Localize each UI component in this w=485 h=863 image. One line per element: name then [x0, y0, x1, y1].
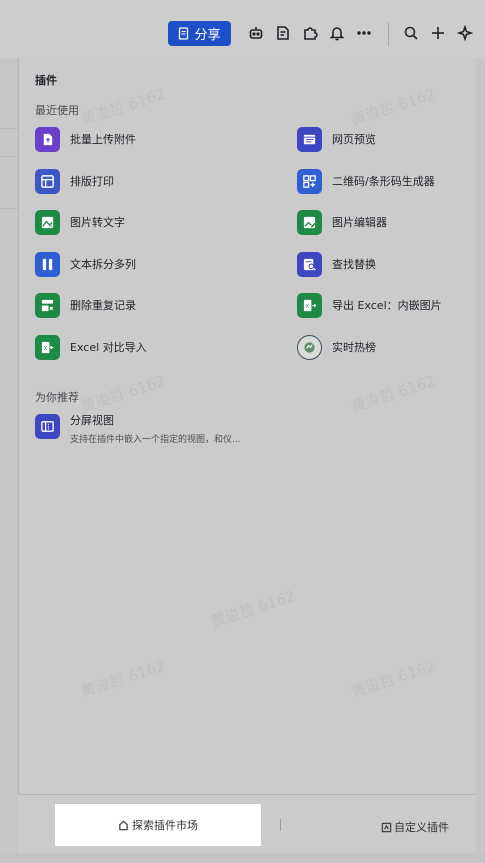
plugin-label: 文本拆分多列 — [70, 258, 136, 271]
plugin-delete-duplicates[interactable]: 删除重复记录 — [35, 291, 136, 319]
watermark: 黄浚哲 6162 — [348, 84, 438, 130]
plugin-label: 网页预览 — [332, 133, 376, 146]
watermark: 黄浚哲 6162 — [348, 371, 438, 417]
plugin-split-view[interactable]: 分屏视图 支持在插件中嵌入一个指定的视图，和仪... — [35, 410, 241, 445]
plugin-batch-upload[interactable]: 批量上传附件 — [35, 125, 136, 153]
plugin-qrcode-generator[interactable]: 二维码/条形码生成器 — [297, 167, 435, 195]
more-icon[interactable] — [354, 23, 374, 43]
toolbar-divider — [388, 22, 389, 46]
svg-text:X: X — [43, 345, 47, 351]
plugin-panel-footer: 探索插件市场 自定义插件 — [18, 794, 476, 853]
plugin-text-split-columns[interactable]: 文本拆分多列 — [35, 250, 136, 278]
bottom-edge-strip — [0, 853, 485, 863]
watermark: 黄浚哲 6162 — [208, 586, 298, 632]
store-icon — [119, 820, 128, 830]
share-label: 分享 — [194, 28, 221, 43]
recent-section-label: 最近使用 — [35, 104, 79, 117]
robot-icon[interactable] — [246, 23, 266, 43]
plus-icon[interactable] — [428, 23, 448, 43]
plugin-image-editor[interactable]: 图片编辑器 — [297, 208, 387, 236]
qrcode-icon — [297, 168, 322, 194]
plugin-export-excel-images[interactable]: X 导出 Excel：内嵌图片 — [297, 291, 442, 319]
excel-compare-icon: X — [35, 334, 60, 360]
explore-label: 探索插件市场 — [132, 819, 198, 832]
split-view-description: 支持在插件中嵌入一个指定的视图，和仪... — [70, 435, 241, 445]
plugin-label: 图片转文字 — [70, 216, 125, 229]
plugin-label: Excel 对比导入 — [70, 341, 147, 354]
recommend-section-label: 为你推荐 — [35, 391, 79, 404]
plugin-layout-print[interactable]: 排版打印 — [35, 167, 114, 195]
find-replace-icon — [297, 251, 322, 277]
image-text-icon: A — [35, 209, 60, 235]
plugin-label: 图片编辑器 — [332, 216, 387, 229]
hot-list-icon — [297, 334, 322, 360]
upload-icon — [35, 126, 60, 152]
svg-text:X: X — [305, 303, 309, 309]
puzzle-icon[interactable] — [300, 23, 320, 43]
plugin-label: 删除重复记录 — [70, 299, 136, 312]
layout-icon — [35, 168, 60, 194]
custom-plugin-icon — [381, 822, 392, 832]
search-icon[interactable] — [401, 23, 421, 43]
plugin-label: 导出 Excel：内嵌图片 — [332, 299, 442, 312]
plugin-image-to-text[interactable]: A 图片转文字 — [35, 208, 125, 236]
split-view-title: 分屏视图 — [70, 414, 114, 427]
plugin-label: 查找替换 — [332, 258, 376, 271]
doc-icon[interactable] — [273, 23, 293, 43]
panel-title: 插件 — [35, 74, 57, 87]
plugin-excel-compare-import[interactable]: X Excel 对比导入 — [35, 333, 147, 361]
share-button[interactable]: 分享 — [168, 21, 231, 46]
plugin-panel: 插件 最近使用 批量上传附件 网页预览 排版打印 二维码/条形码生成器 A 图片… — [18, 58, 476, 853]
split-view-icon — [35, 414, 60, 439]
plugin-label: 批量上传附件 — [70, 133, 136, 146]
plugin-realtime-hot-list[interactable]: 实时热榜 — [297, 333, 376, 361]
watermark: 黄浚哲 6162 — [78, 656, 168, 702]
plugin-webpage-preview[interactable]: 网页预览 — [297, 125, 376, 153]
custom-label: 自定义插件 — [394, 821, 449, 834]
left-edge-strip — [0, 58, 18, 863]
custom-plugin-button[interactable]: 自定义插件 — [381, 819, 449, 835]
top-toolbar: 分享 — [0, 0, 485, 58]
plugin-find-replace[interactable]: 查找替换 — [297, 250, 376, 278]
footer-divider — [280, 819, 281, 831]
watermark: 黄浚哲 6162 — [78, 84, 168, 130]
share-doc-icon — [179, 27, 189, 40]
plugin-label: 排版打印 — [70, 175, 114, 188]
plugin-label: 实时热榜 — [332, 341, 376, 354]
watermark: 黄浚哲 6162 — [348, 656, 438, 702]
image-edit-icon — [297, 209, 322, 235]
plugin-label: 二维码/条形码生成器 — [332, 175, 435, 188]
split-columns-icon — [35, 251, 60, 277]
right-edge-strip — [476, 58, 485, 853]
webpage-icon — [297, 126, 322, 152]
delete-duplicate-icon — [35, 292, 60, 318]
sparkle-icon[interactable] — [455, 23, 475, 43]
explore-plugin-market-button[interactable]: 探索插件市场 — [55, 804, 261, 846]
bell-icon[interactable] — [327, 23, 347, 43]
excel-export-icon: X — [297, 292, 322, 318]
